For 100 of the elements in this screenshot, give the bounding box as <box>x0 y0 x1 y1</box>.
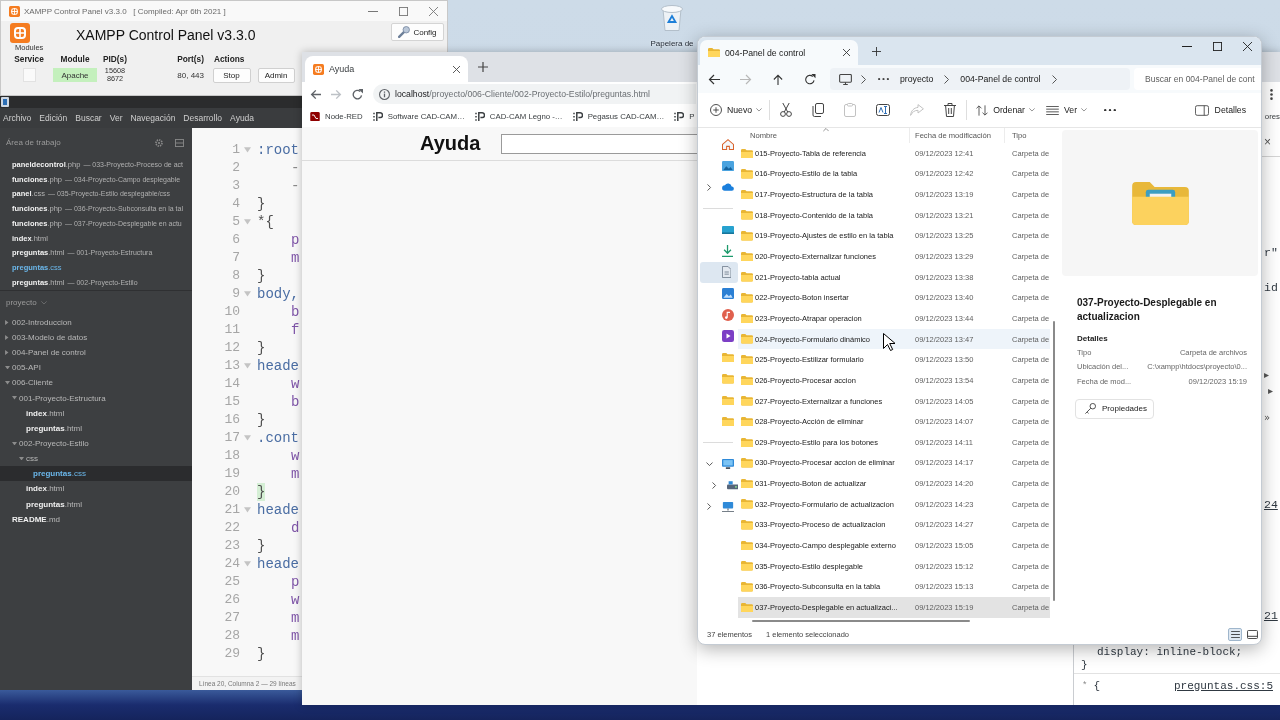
browser-tab[interactable]: Ayuda <box>305 56 468 82</box>
file-item[interactable]: preguntas.html <box>19 420 82 436</box>
menu-item[interactable]: Edición <box>39 113 68 123</box>
new-tab-icon[interactable] <box>872 46 881 56</box>
caret-right-icon[interactable] <box>5 350 9 356</box>
menu-item[interactable]: Desarrollo <box>183 113 223 123</box>
folder-item[interactable]: 004-Panel de control <box>5 345 86 361</box>
config-button[interactable]: Config <box>391 23 444 41</box>
line-number: 10 <box>223 303 240 321</box>
close-icon[interactable] <box>453 65 460 73</box>
caret-right-icon[interactable] <box>5 319 9 325</box>
chevron-down-icon[interactable] <box>706 461 713 467</box>
caret-down-icon[interactable] <box>1029 108 1035 112</box>
new-button[interactable]: Nuevo <box>710 104 763 116</box>
close-icon[interactable] <box>843 49 850 56</box>
address-bar[interactable]: proyecto 004-Panel de control <box>830 68 1130 90</box>
caret-down-icon[interactable] <box>5 381 10 385</box>
folder-item[interactable]: 002-Introduccion <box>5 314 72 330</box>
address-bar[interactable]: localhost/proyecto/006-Cliente/002-Proyecto-Estilo/preguntas.html <box>373 84 696 104</box>
project-name[interactable]: proyecto <box>6 298 37 308</box>
back-arrow-icon[interactable] <box>310 88 321 100</box>
logo-icon <box>372 111 383 122</box>
caret-down-icon[interactable] <box>1081 108 1088 112</box>
details-view-toggle[interactable] <box>1228 627 1242 641</box>
chevron-right-icon[interactable] <box>712 481 717 489</box>
folder-icon <box>1131 181 1189 225</box>
reload-icon[interactable] <box>352 88 363 100</box>
sort-button[interactable]: Ordenar <box>976 104 1035 116</box>
text-input[interactable] <box>501 133 697 154</box>
menu-item[interactable]: Ayuda <box>230 113 255 123</box>
menu-icon[interactable] <box>1270 88 1273 100</box>
stop-button[interactable]: Stop <box>212 67 251 83</box>
folder-icon <box>741 293 753 303</box>
chevron-right-icon[interactable] <box>707 503 712 511</box>
caret-down-icon[interactable] <box>12 441 17 446</box>
folder-icon <box>741 148 753 159</box>
chevron-right-icon <box>944 74 950 84</box>
properties-button[interactable]: Propiedades <box>1075 398 1154 419</box>
nav-item[interactable] <box>700 261 738 284</box>
caret-down-icon[interactable] <box>756 108 763 112</box>
search-field[interactable]: Buscar en 004-Panel de cont <box>1134 68 1261 90</box>
maximize-icon[interactable] <box>1213 41 1222 51</box>
back-arrow-icon[interactable] <box>708 73 720 85</box>
menu-item[interactable]: Ver <box>109 113 123 123</box>
breadcrumb-item[interactable]: proyecto <box>900 74 934 84</box>
code-text: heade <box>257 555 299 573</box>
menu-item[interactable]: Archivo <box>3 113 32 123</box>
folder-item[interactable]: 002-Proyecto-Estilo <box>12 435 89 451</box>
folder-item[interactable]: 006-Cliente <box>5 375 53 391</box>
folder-item[interactable]: 001-Proyecto-Estructura <box>12 390 106 406</box>
scissors-icon[interactable] <box>780 103 793 117</box>
breadcrumb-item[interactable]: 004-Panel de control <box>960 74 1041 84</box>
file-item[interactable]: index.html <box>19 481 65 497</box>
source-link[interactable]: preguntas.css:5 <box>1173 679 1273 692</box>
refresh-icon[interactable] <box>804 73 816 85</box>
file-item[interactable]: index.html <box>19 405 65 421</box>
scrollbar-thumb[interactable] <box>752 619 970 622</box>
menu-item[interactable]: Navegación <box>130 113 176 123</box>
more-icon[interactable] <box>878 77 889 81</box>
chevron-right-icon[interactable] <box>707 183 712 191</box>
trash-icon[interactable] <box>944 103 957 117</box>
tiles-view-toggle[interactable] <box>1245 627 1259 641</box>
menu-item[interactable]: Buscar <box>75 113 102 123</box>
caret-right-icon[interactable] <box>5 334 9 340</box>
caret-button[interactable]: ▸ <box>1268 384 1274 398</box>
folder-item[interactable]: 003-Modelo de datos <box>5 329 88 346</box>
rename-icon[interactable] <box>876 104 891 116</box>
network-icon <box>722 501 734 512</box>
caret-down-icon[interactable] <box>12 396 17 400</box>
source-link[interactable]: 24 <box>1264 498 1278 512</box>
gear-icon[interactable] <box>155 138 163 147</box>
scrollbar-thumb[interactable] <box>1053 321 1055 601</box>
more-tabs-button[interactable]: » <box>1264 411 1271 425</box>
recycle-bin-icon[interactable] <box>661 5 683 31</box>
minimize-icon[interactable] <box>1182 45 1192 47</box>
caret-down-icon[interactable] <box>40 301 47 305</box>
close-button[interactable]: × <box>1264 135 1271 148</box>
file-item[interactable]: preguntas.html <box>19 496 82 512</box>
admin-button[interactable]: Admin <box>257 67 295 83</box>
caret-down-icon[interactable] <box>19 456 24 461</box>
split-view-icon[interactable] <box>175 138 184 147</box>
caret-button[interactable]: ▸ <box>1264 368 1270 382</box>
app-icon[interactable] <box>1 97 9 107</box>
new-tab-icon[interactable] <box>478 62 488 72</box>
monitor-icon[interactable] <box>839 73 852 85</box>
copy-icon[interactable] <box>812 103 825 117</box>
source-link[interactable]: 21 <box>1264 609 1278 623</box>
more-icon[interactable] <box>1104 108 1117 112</box>
service-checkbox[interactable] <box>22 68 36 82</box>
close-icon[interactable] <box>1243 41 1252 51</box>
folder-item[interactable]: css <box>19 451 38 467</box>
view-button[interactable]: Ver <box>1046 105 1088 115</box>
file-item[interactable]: preguntas.css <box>0 466 192 482</box>
file-item[interactable]: README.md <box>5 511 60 527</box>
details-button[interactable]: Detalles <box>1194 104 1246 116</box>
info-icon[interactable] <box>379 88 390 100</box>
caret-down-icon[interactable] <box>5 366 10 370</box>
folder-item[interactable]: 005-API <box>5 360 41 376</box>
folder-tab[interactable]: 004-Panel de control <box>700 40 858 65</box>
up-arrow-icon[interactable] <box>772 73 784 85</box>
